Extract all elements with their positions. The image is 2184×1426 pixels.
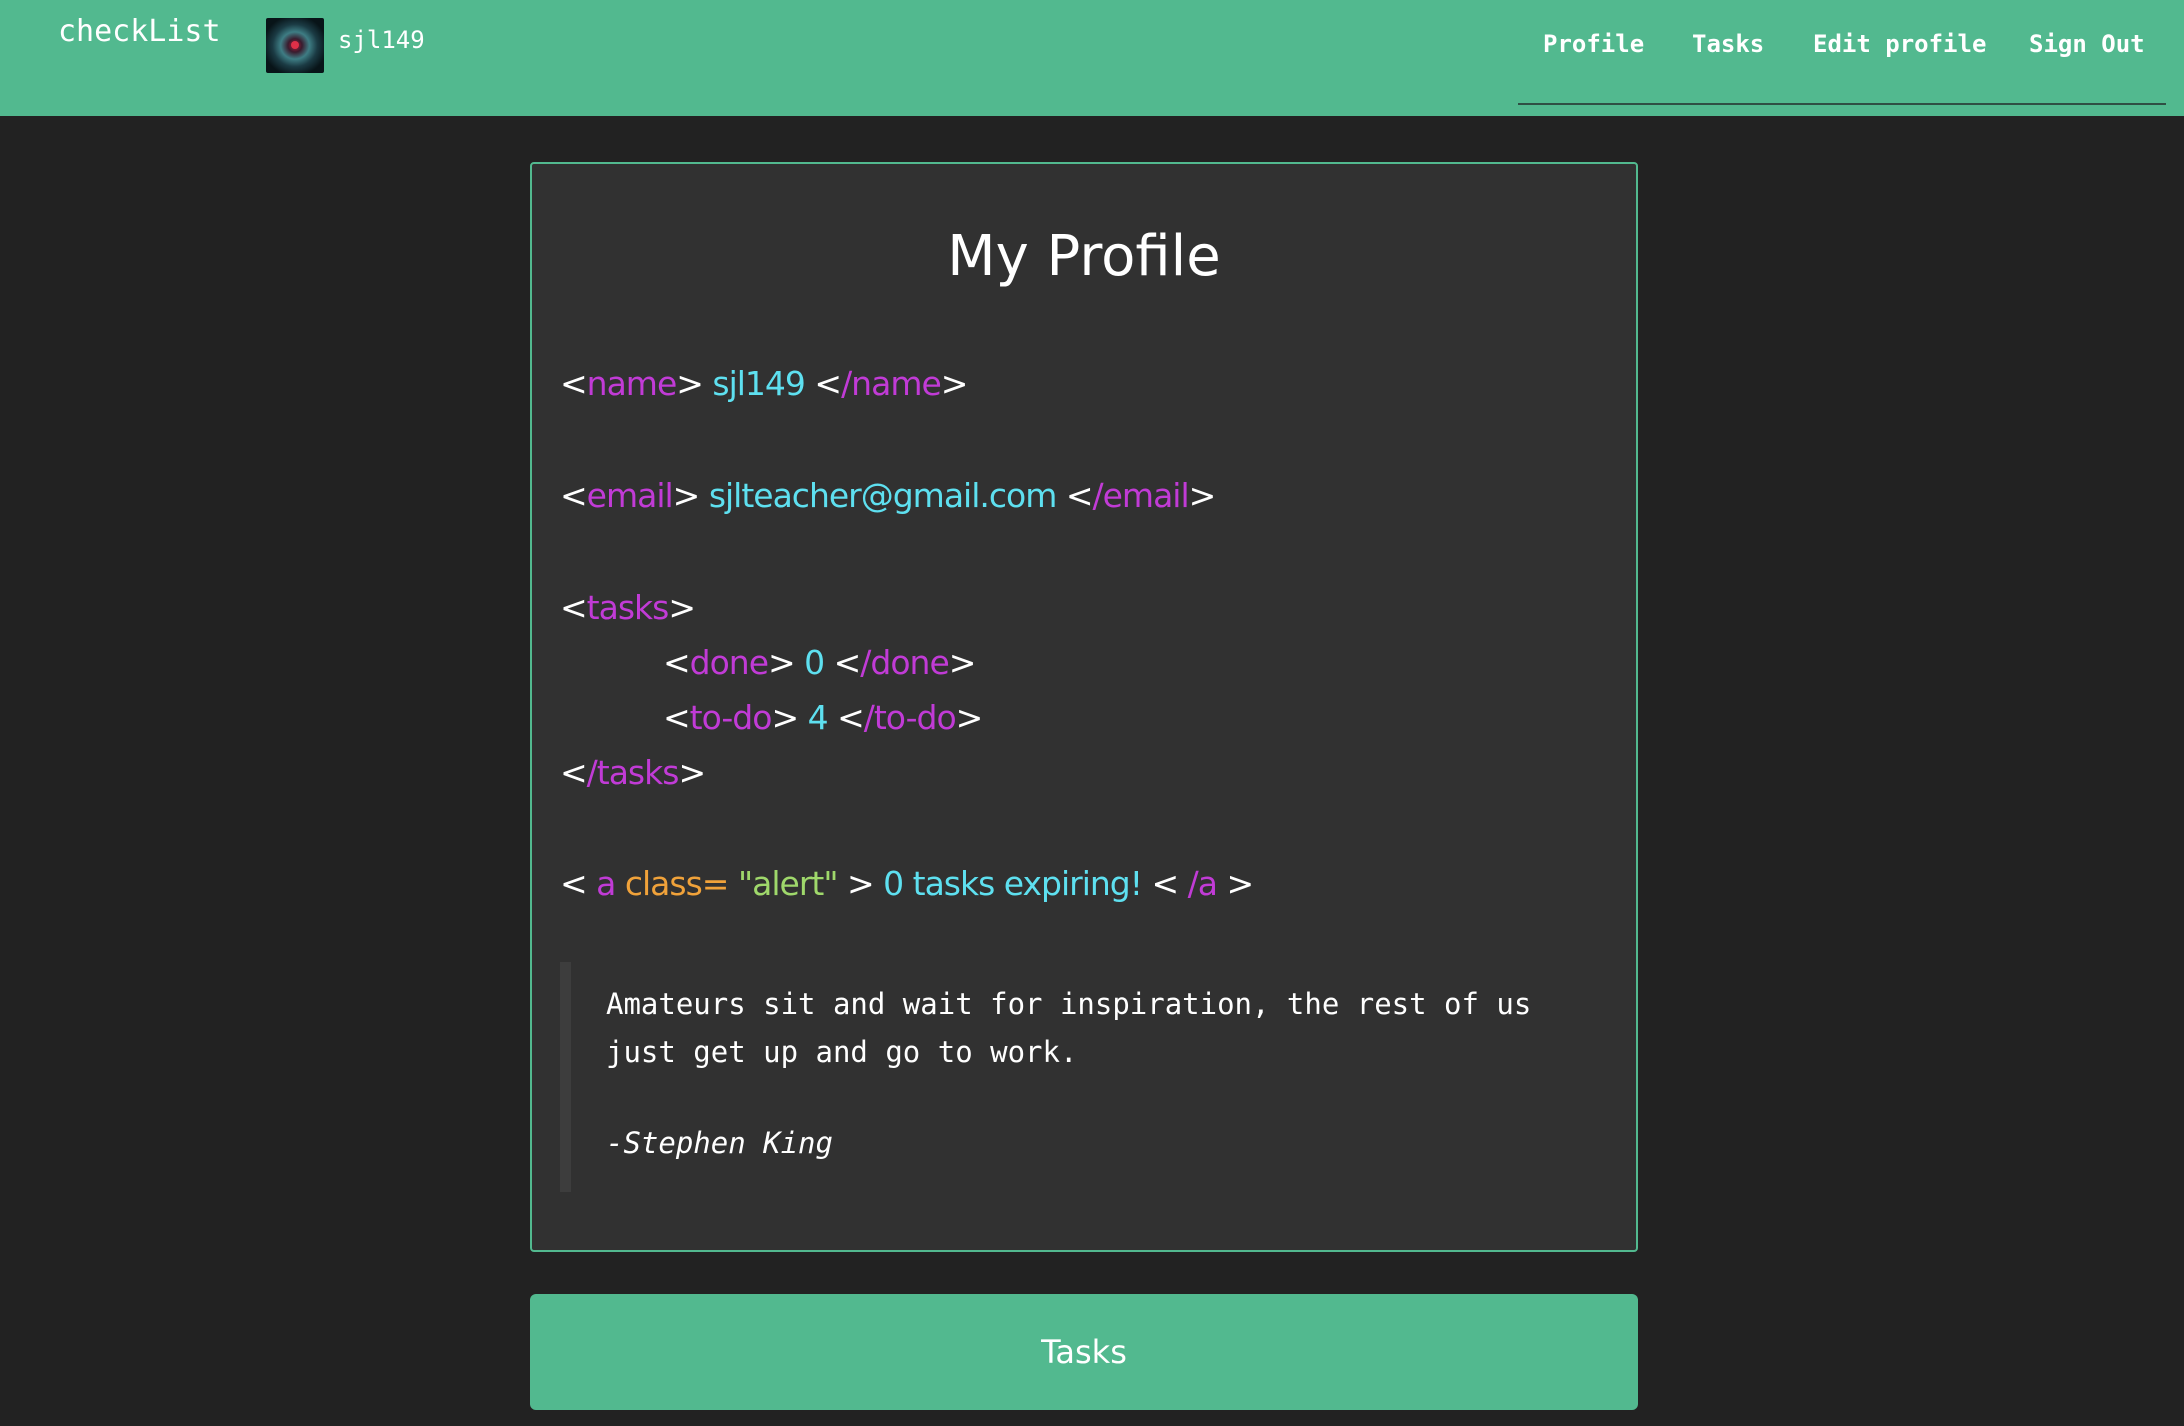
tasks-open-tag: tasks [586,588,670,627]
todo-close-tag: /to-do [863,698,957,737]
email-open-tag: email [586,476,674,515]
nav-profile-link[interactable]: Profile [1543,30,1644,58]
done-count: 0 [804,643,825,682]
quote-block: Amateurs sit and wait for inspiration, t… [560,962,1611,1192]
name-line: <name> sjl149 </name> [560,364,968,403]
alert-attr: class= [624,864,730,903]
alert-close-tag: /a [1187,864,1218,903]
tasks-button[interactable]: Tasks [530,1294,1638,1410]
done-line: <done> 0 </done> [663,643,976,682]
email-close-tag: /email [1092,476,1190,515]
page-title: My Profile [947,224,1221,289]
quote-text: Amateurs sit and wait for inspiration, t… [606,987,1532,1069]
done-open-tag: done [689,643,769,682]
done-close-tag: /done [860,643,949,682]
name-open-tag: name [586,364,678,403]
nav-tasks-link[interactable]: Tasks [1692,30,1764,58]
email-value: sjlteacher@gmail.com [708,476,1058,515]
navbar-username[interactable]: sjl149 [338,26,425,54]
navbar: checkList sjl149 Profile Tasks Edit prof… [0,0,2184,116]
nav-sign-out-link[interactable]: Sign Out [2029,30,2145,58]
todo-open-tag: to-do [689,698,773,737]
name-value: sjl149 [712,364,806,403]
tasks-open-line: <tasks> [560,588,696,627]
user-avatar[interactable] [266,18,324,73]
nav-links: Profile Tasks Edit profile Sign Out [1518,0,2166,105]
alert-attr-value: "alert" [737,864,839,903]
tasks-close-tag: /tasks [586,753,680,792]
quote-author: -Stephen King [606,1126,833,1160]
profile-card: My Profile <name> sjl149 </name> <email>… [530,162,1638,1252]
email-line: <email> sjlteacher@gmail.com </email> [560,476,1216,515]
alert-text: 0 tasks expiring! [883,864,1143,903]
todo-count: 4 [807,698,829,737]
tasks-close-line: </tasks> [560,753,706,792]
alert-tag: a [596,864,616,903]
alert-line[interactable]: < a class= "alert" > 0 tasks expiring! <… [560,864,1254,903]
nav-edit-profile-link[interactable]: Edit profile [1813,30,1986,58]
name-close-tag: /name [841,364,942,403]
brand-logo[interactable]: checkList [58,14,221,49]
todo-line: <to-do> 4 </to-do> [663,698,983,737]
